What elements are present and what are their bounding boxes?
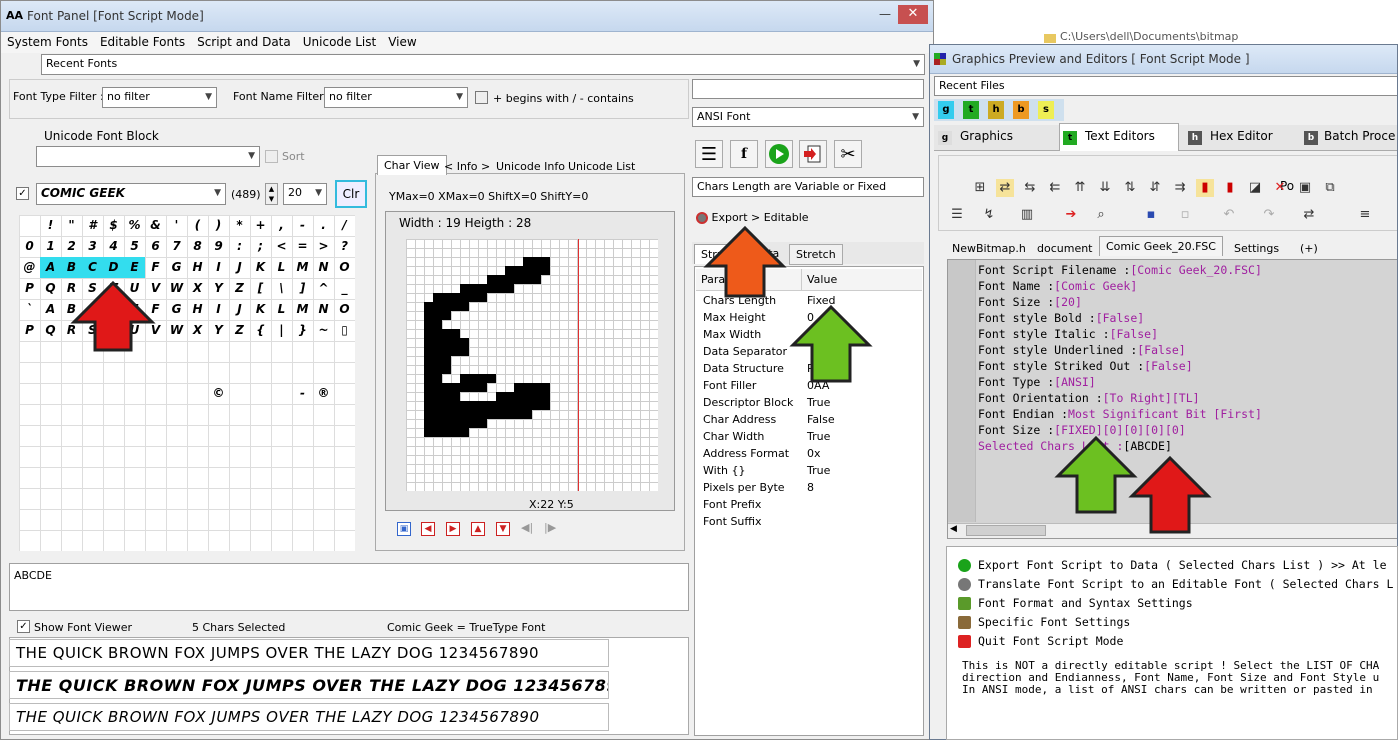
red-arrow-script — [1128, 455, 1212, 534]
green-arrow-script — [1054, 435, 1138, 514]
green-arrow-value — [789, 304, 873, 383]
orange-arrow-export — [703, 225, 787, 298]
red-arrow-left — [70, 280, 156, 352]
annotation-arrows — [70, 225, 1212, 534]
